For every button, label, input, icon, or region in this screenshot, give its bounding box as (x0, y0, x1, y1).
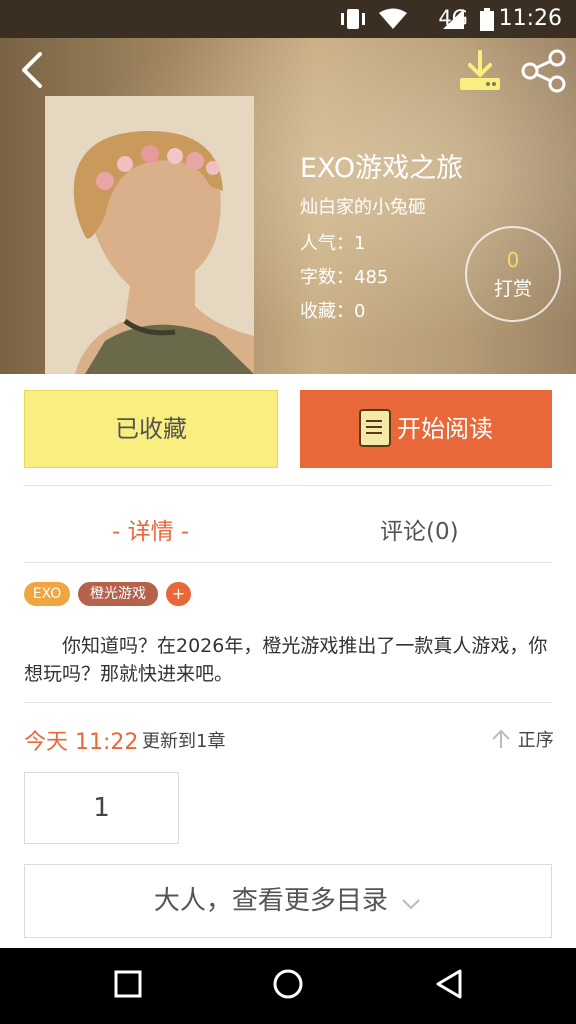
vibrate-icon (338, 8, 368, 34)
popularity-stat: 人气：1 (300, 233, 366, 254)
update-time: 今天 11:22 (24, 730, 139, 755)
book-detail-content: 已收藏 开始阅读 - 详情 - 评论(0) EXO 橙光游戏 + 你知道吗？在2… (0, 374, 576, 948)
start-reading-label: 开始阅读 (397, 415, 493, 443)
download-icon (460, 50, 500, 90)
square-icon (114, 970, 142, 998)
home-button[interactable] (272, 968, 304, 1004)
divider (24, 702, 552, 703)
back-button[interactable] (14, 50, 54, 90)
collected-button[interactable]: 已收藏 (24, 390, 278, 468)
sort-order-label: 正序 (517, 730, 554, 751)
cover-portrait-image (45, 96, 254, 374)
system-nav-bar (0, 948, 576, 1024)
battery-icon (478, 8, 496, 36)
tab-comments[interactable]: 评论(0) (380, 512, 459, 546)
book-icon (359, 409, 391, 447)
update-status: 更新到1章 (142, 731, 226, 752)
book-author[interactable]: 灿白家的小兔砸 (300, 193, 426, 219)
divider (24, 485, 552, 486)
arrow-up-icon (492, 729, 510, 748)
start-reading-button[interactable]: 开始阅读 (300, 390, 552, 468)
book-description: 你知道吗？在2026年，橙光游戏推出了一款真人游戏，你想玩吗？那就快进来吧。 (24, 635, 548, 685)
share-button[interactable] (520, 48, 568, 94)
tip-button[interactable]: 0 打赏 (465, 226, 561, 322)
book-header: EXO游戏之旅 灿白家的小兔砸 人气：1 字数：485 收藏：0 0 打赏 (0, 38, 576, 374)
triangle-back-icon (436, 969, 462, 999)
tag-chengguang-game[interactable]: 橙光游戏 (78, 582, 158, 606)
chapter-item[interactable]: 1 (24, 772, 179, 844)
book-cover (45, 96, 254, 374)
circle-icon (273, 969, 303, 999)
view-more-chapters-button[interactable]: 大人，查看更多目录 (24, 864, 552, 938)
tip-count: 0 (506, 248, 520, 272)
tag-exo[interactable]: EXO (24, 582, 70, 606)
back-nav-button[interactable] (434, 968, 464, 1004)
download-button[interactable] (456, 50, 504, 94)
book-title: EXO游戏之旅 (300, 153, 464, 184)
clock: 11:26 (498, 6, 562, 31)
recents-button[interactable] (114, 970, 142, 1002)
word-count-stat: 字数：485 (300, 267, 389, 288)
add-tag-button[interactable]: + (166, 582, 191, 606)
divider (24, 562, 552, 563)
wifi-icon (378, 8, 408, 34)
favorites-stat: 收藏：0 (300, 301, 366, 322)
tip-label: 打赏 (493, 278, 532, 300)
sort-order-button[interactable]: 正序 (490, 726, 554, 752)
status-bar: 4G 11:26 (0, 0, 576, 38)
tab-detail[interactable]: - 详情 - (112, 512, 189, 546)
view-more-label: 大人，查看更多目录 (153, 886, 388, 916)
chevron-down-icon (402, 899, 420, 910)
signal-icon (442, 8, 466, 34)
chevron-left-icon (22, 52, 42, 88)
share-icon (521, 49, 566, 93)
